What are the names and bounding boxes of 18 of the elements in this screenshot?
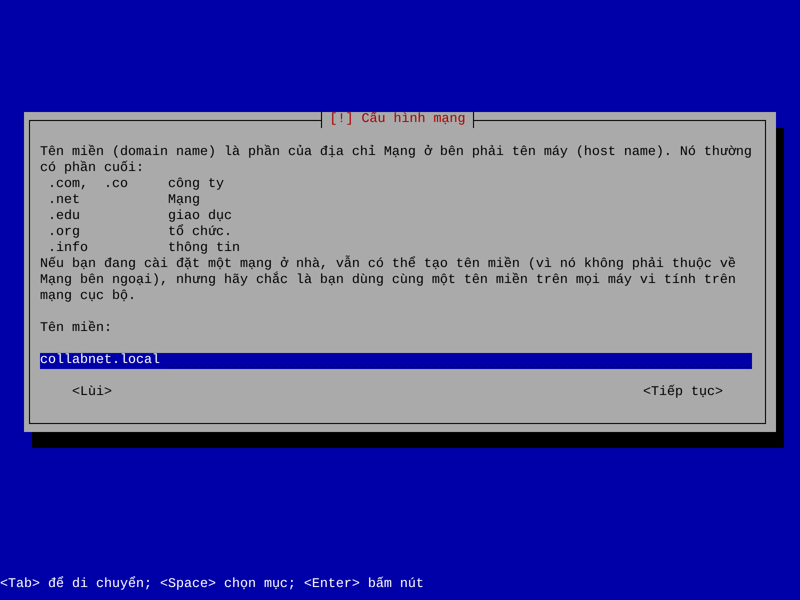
suffix-text: .net	[48, 193, 81, 209]
suffix-meaning: công ty	[168, 177, 225, 193]
field-label: Tên miền:	[40, 321, 113, 337]
suffix-meaning: Mạng	[168, 193, 201, 209]
note-text: Nếu bạn đang cài đặt một mạng ở nhà, vẫn có thể tạo tên miền (vì nó không phải thuộc về Mạng bên ngoại), nhưng hãy chắc là bạn dùng cùng một tên miền trên mọi máy vi tính trên mạng cục bộ.	[40, 257, 737, 305]
description-text: Tên miền (domain name) là phần của địa chỉ Mạng ở bên phải tên máy (host name). Nó thường có phần cuối:	[40, 145, 753, 177]
domain-input-field[interactable]: collabnet.local	[40, 353, 752, 369]
suffix-text: .org	[48, 225, 81, 241]
help-text: <Tab> để di chuyển; <Space> chọn mục; <Enter> bấm nút	[0, 577, 425, 593]
suffix-meaning: tổ chức.	[168, 225, 233, 241]
dialog-title: [!] Cấu hình mạng	[320, 112, 474, 128]
suffix-meaning: thông tin	[168, 241, 240, 257]
suffix-text: .info	[48, 241, 89, 256]
back-button[interactable]: <Lùi>	[72, 385, 112, 401]
continue-button[interactable]: <Tiếp tục>	[643, 385, 723, 401]
suffix-meaning: giao dục	[168, 209, 233, 224]
suffix-text: .edu	[48, 209, 81, 225]
suffix-text: .com, .co	[48, 177, 129, 193]
